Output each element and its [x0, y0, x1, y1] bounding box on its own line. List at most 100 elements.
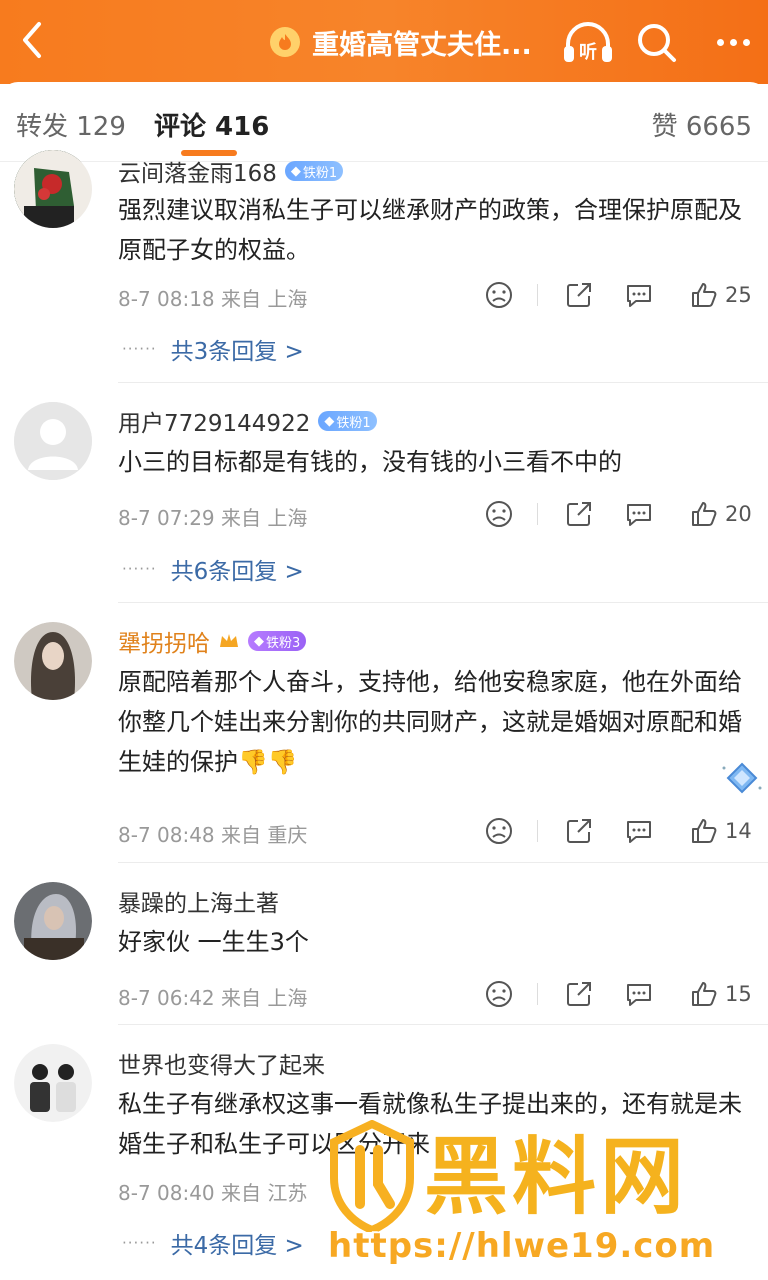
- author-name: 暴躁的上海土著: [118, 891, 279, 917]
- diamond-icon: ◆: [324, 413, 335, 429]
- comment-actions: 15: [484, 979, 754, 1009]
- separator: [537, 820, 538, 842]
- comment-icon: [627, 504, 651, 526]
- tab-like[interactable]: 赞 6665: [652, 106, 752, 143]
- comment-meta: 8-7 06:42 来自 上海: [118, 986, 308, 1010]
- dislike-button[interactable]: [484, 499, 514, 529]
- dot-icon: [716, 38, 724, 46]
- comment-author[interactable]: 犟拐拐哈 ◆ 铁粉3: [118, 624, 307, 658]
- comment-actions: 20: [484, 499, 754, 529]
- comment-actions: 25: [484, 280, 754, 310]
- author-name: 世界也变得大了起来: [118, 1053, 325, 1079]
- avatar[interactable]: [14, 402, 92, 480]
- avatar[interactable]: [14, 882, 92, 960]
- thumbs-up-icon: [692, 819, 717, 843]
- like-button[interactable]: 15: [689, 979, 752, 1009]
- flame-icon: [270, 27, 300, 57]
- thumbs-up-icon: [692, 502, 717, 526]
- dot-icon: [729, 38, 737, 46]
- author-name: 犟拐拐哈: [118, 631, 210, 657]
- view-replies-link[interactable]: ······ 共6条回复 >: [122, 552, 304, 586]
- divider: [0, 161, 768, 162]
- comment-meta: 8-7 07:29 来自 上海: [118, 506, 308, 530]
- frown-icon: [486, 818, 512, 844]
- diamond-icon: ◆: [254, 633, 264, 649]
- share-icon: [567, 819, 591, 843]
- reply-button[interactable]: [624, 979, 654, 1009]
- comment-icon: [627, 285, 651, 307]
- dislike-button[interactable]: [484, 280, 514, 310]
- dot-icon: [742, 38, 750, 46]
- share-icon: [567, 283, 591, 307]
- comment-author[interactable]: 云间落金雨168 ◆ 铁粉1: [118, 154, 344, 188]
- ellipsis-icon: ······: [122, 560, 157, 578]
- avatar[interactable]: [14, 150, 92, 228]
- like-button[interactable]: 25: [689, 280, 752, 310]
- dislike-button[interactable]: [484, 816, 514, 846]
- fan-badge[interactable]: ◆ 铁粉1: [318, 411, 377, 431]
- crown-icon: [220, 634, 238, 647]
- search-icon: [638, 24, 676, 62]
- divider: [118, 862, 768, 863]
- share-button[interactable]: [564, 499, 594, 529]
- tab-comment[interactable]: 评论 416: [154, 106, 269, 143]
- ellipsis-icon: ······: [122, 340, 157, 358]
- author-name: 用户7729144922: [118, 411, 311, 437]
- reply-button[interactable]: [624, 499, 654, 529]
- separator: [537, 284, 538, 306]
- floating-diamond-button[interactable]: [720, 760, 764, 796]
- back-button[interactable]: [8, 16, 56, 64]
- ellipsis-icon: ······: [122, 1234, 157, 1252]
- divider: [118, 1024, 768, 1025]
- listen-button[interactable]: 听: [560, 18, 616, 66]
- comment-text: 私生子有继承权这事一看就像私生子提出来的，还有就是未婚生子和私生子可以区分开来: [118, 1090, 742, 1158]
- tab-repost[interactable]: 转发 129: [16, 106, 126, 143]
- comment-author[interactable]: 暴躁的上海土著: [118, 884, 279, 918]
- diamond-icon: ◆: [290, 163, 301, 179]
- share-button[interactable]: [564, 280, 594, 310]
- thumbs-up-icon: [692, 283, 717, 307]
- dislike-button[interactable]: [484, 979, 514, 1009]
- headphones-icon: 听: [564, 22, 612, 63]
- view-replies-link[interactable]: ······ 共3条回复 >: [122, 332, 304, 366]
- search-button[interactable]: [632, 18, 682, 66]
- separator: [537, 983, 538, 1005]
- comment-meta: 8-7 08:40 来自 江苏: [118, 1181, 308, 1205]
- like-button[interactable]: 14: [689, 816, 752, 846]
- divider: [118, 602, 768, 603]
- comment-text: 好家伙 一生生3个: [118, 928, 309, 956]
- top-navigation-bar: 重婚高管丈夫住... 听: [0, 0, 768, 84]
- svg-text:听: 听: [579, 41, 597, 63]
- author-name: 云间落金雨168: [118, 161, 277, 187]
- comment-text: 强烈建议取消私生子可以继承财产的政策，合理保护原配及原配子女的权益。: [118, 196, 742, 264]
- reply-button[interactable]: [624, 816, 654, 846]
- share-button[interactable]: [564, 816, 594, 846]
- comment-meta: 8-7 08:18 来自 上海: [118, 287, 308, 311]
- chevron-left-icon: [23, 22, 41, 58]
- frown-icon: [486, 501, 512, 527]
- avatar[interactable]: [14, 622, 92, 700]
- frown-icon: [486, 282, 512, 308]
- fan-badge[interactable]: ◆ 铁粉1: [284, 161, 344, 181]
- avatar[interactable]: [14, 1044, 92, 1122]
- comment-icon: [627, 984, 651, 1006]
- separator: [537, 503, 538, 525]
- share-icon: [567, 502, 591, 526]
- comment-actions: 14: [484, 816, 754, 846]
- diamond-icon: [722, 762, 762, 794]
- reply-button[interactable]: [624, 280, 654, 310]
- watermark-url: https://hlwe19.com: [328, 1226, 716, 1266]
- share-icon: [567, 982, 591, 1006]
- view-replies-link[interactable]: ······ 共4条回复 >: [122, 1226, 304, 1260]
- post-title[interactable]: 重婚高管丈夫住...: [270, 22, 532, 62]
- comment-author[interactable]: 用户7729144922 ◆ 铁粉1: [118, 404, 377, 438]
- more-options-button[interactable]: [704, 18, 762, 66]
- thumbs-up-icon: [692, 982, 717, 1006]
- post-title-text: 重婚高管丈夫住...: [312, 29, 532, 61]
- comment-text: 小三的目标都是有钱的，没有钱的小三看不中的: [118, 448, 622, 476]
- tab-bar: 转发 129 评论 416 赞 6665: [0, 82, 768, 160]
- fan-badge[interactable]: ◆ 铁粉3: [248, 631, 307, 651]
- share-button[interactable]: [564, 979, 594, 1009]
- like-button[interactable]: 20: [689, 499, 752, 529]
- comment-author[interactable]: 世界也变得大了起来: [118, 1046, 325, 1080]
